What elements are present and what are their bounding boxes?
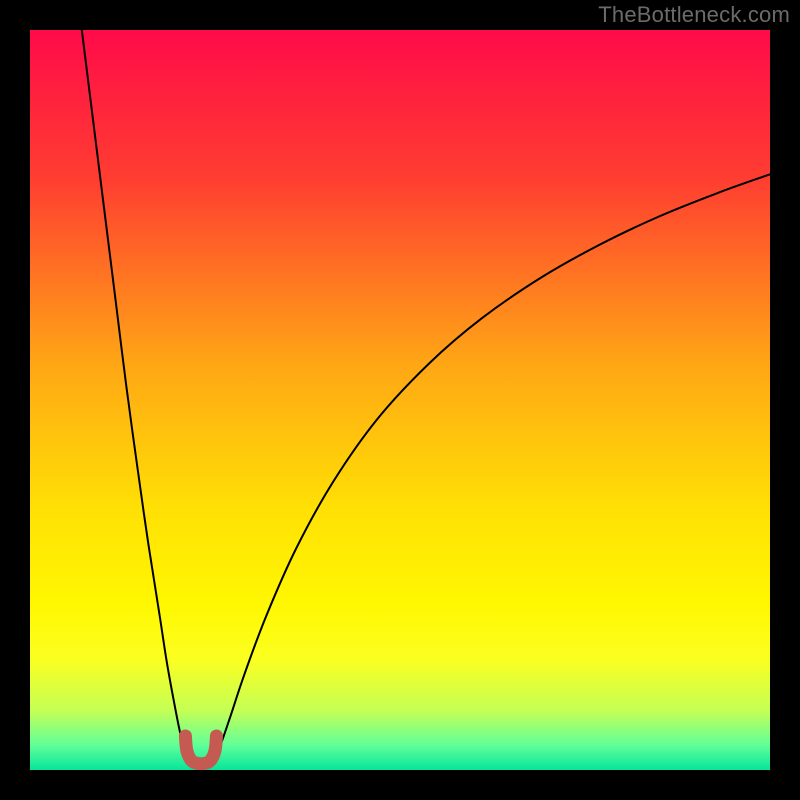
watermark-text: TheBottleneck.com — [598, 2, 790, 28]
bottleneck-chart — [30, 30, 770, 770]
plot-area — [30, 30, 770, 770]
gradient-background — [30, 30, 770, 770]
chart-frame: TheBottleneck.com — [0, 0, 800, 800]
